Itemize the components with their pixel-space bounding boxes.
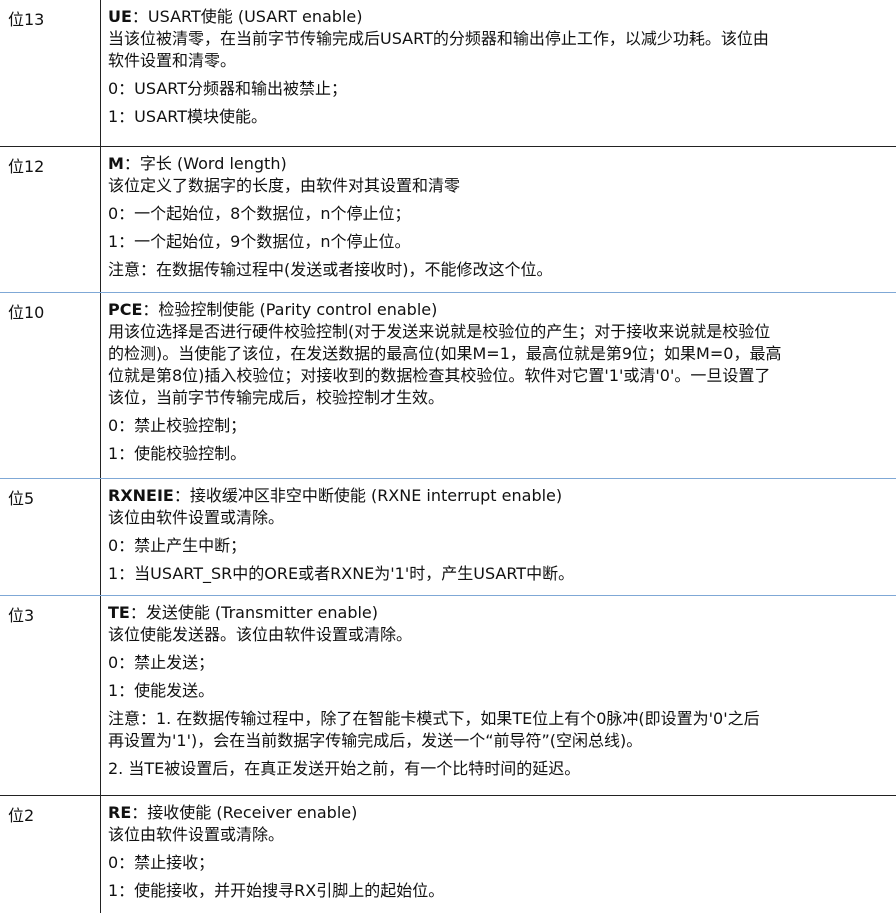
bit-number: 位2 — [8, 806, 35, 825]
column-divider — [100, 0, 101, 146]
bit-title: UE：USART使能 (USART enable) — [108, 6, 892, 28]
bit-title-text: ：USART使能 (USART enable) — [131, 7, 363, 26]
bit-name: TE — [108, 603, 130, 622]
description-line: 该位定义了数据字的长度，由软件对其设置和清零 — [108, 176, 461, 195]
description-line: 注意：在数据传输过程中(发送或者接收时)，不能修改这个位。 — [108, 260, 553, 279]
bit-title: RXNEIE：接收缓冲区非空中断使能 (RXNE interrupt enabl… — [108, 485, 892, 507]
description-line: 1：使能发送。 — [108, 681, 215, 700]
description-line: 0：USART分频器和输出被禁止； — [108, 79, 348, 98]
description-line: 该位，当前字节传输完成后，校验控制才生效。 — [108, 388, 445, 407]
bit-number: 位3 — [8, 606, 35, 625]
bit-number: 位12 — [8, 157, 45, 176]
description-line: 位就是第8位)插入校验位；对接收到的数据检查其校验位。软件对它置'1'或清'0'… — [108, 366, 771, 385]
description-line: 1：当USART_SR中的ORE或者RXNE为'1'时，产生USART中断。 — [108, 564, 575, 583]
bit-title-text: ：接收缓冲区非空中断使能 (RXNE interrupt enable) — [173, 486, 563, 505]
register-bit-row: 位2 RE：接收使能 (Receiver enable) 该位由软件设置或清除。 0：… — [0, 795, 896, 913]
register-description-table: 位13 UE：USART使能 (USART enable) 当该位被清零，在当前字节… — [0, 0, 896, 913]
bit-number: 位10 — [8, 303, 45, 322]
register-bit-row: 位10 PCE：检验控制使能 (Parity control enable) 用该位… — [0, 292, 896, 479]
bit-description: TE：发送使能 (Transmitter enable) 该位使能发送器。该位由软… — [108, 602, 892, 780]
bit-title: TE：发送使能 (Transmitter enable) — [108, 602, 892, 624]
bit-title: M：字长 (Word length) — [108, 153, 892, 175]
description-line: 0：一个起始位，8个数据位，n个停止位； — [108, 204, 411, 223]
description-line: 1：USART模块使能。 — [108, 107, 268, 126]
bit-title-text: ：发送使能 (Transmitter enable) — [129, 603, 379, 622]
bit-name: PCE — [108, 300, 143, 319]
column-divider — [100, 293, 101, 479]
bit-name: M — [108, 154, 124, 173]
description-line: 当该位被清零，在当前字节传输完成后USART的分频器和输出停止工作，以减少功耗。… — [108, 29, 769, 48]
description-line: 0：禁止发送； — [108, 653, 215, 672]
bit-description: RXNEIE：接收缓冲区非空中断使能 (RXNE interrupt enabl… — [108, 485, 892, 585]
bit-title: PCE：检验控制使能 (Parity control enable) — [108, 299, 892, 321]
description-line: 0：禁止接收； — [108, 853, 215, 872]
description-line: 软件设置和清零。 — [108, 51, 237, 70]
bit-name: UE — [108, 7, 132, 26]
bit-number: 位5 — [8, 489, 35, 508]
column-divider — [100, 596, 101, 796]
bit-title-text: ：接收使能 (Receiver enable) — [131, 803, 358, 822]
column-divider — [100, 479, 101, 596]
description-line: 0：禁止校验控制； — [108, 416, 247, 435]
column-divider — [100, 796, 101, 913]
bit-description: RE：接收使能 (Receiver enable) 该位由软件设置或清除。 0：禁止… — [108, 802, 892, 902]
description-line: 1：一个起始位，9个数据位，n个停止位。 — [108, 232, 411, 251]
description-line: 该位由软件设置或清除。 — [108, 508, 285, 527]
description-line: 该位使能发送器。该位由软件设置或清除。 — [108, 625, 413, 644]
bit-description: PCE：检验控制使能 (Parity control enable) 用该位选择是… — [108, 299, 892, 465]
description-line: 用该位选择是否进行硬件校验控制(对于发送来说就是校验位的产生；对于接收来说就是校… — [108, 322, 771, 341]
bit-name: RE — [108, 803, 132, 822]
register-bit-row: 位5 RXNEIE：接收缓冲区非空中断使能 (RXNE interrupt ena… — [0, 478, 896, 596]
description-line: 1：使能接收，并开始搜寻RX引脚上的起始位。 — [108, 881, 445, 900]
bit-name: RXNEIE — [108, 486, 174, 505]
register-bit-row: 位12 M：字长 (Word length) 该位定义了数据字的长度，由软件对其设置… — [0, 146, 896, 293]
description-line: 注意：1. 在数据传输过程中，除了在智能卡模式下，如果TE位上有个0脉冲(即设置… — [108, 709, 760, 728]
bit-title-text: ：检验控制使能 (Parity control enable) — [142, 300, 438, 319]
description-line: 2. 当TE被设置后，在真正发送开始之前，有一个比特时间的延迟。 — [108, 759, 581, 778]
bit-description: UE：USART使能 (USART enable) 当该位被清零，在当前字节传输完… — [108, 6, 892, 128]
bit-title-text: ：字长 (Word length) — [123, 154, 287, 173]
register-bit-row: 位3 TE：发送使能 (Transmitter enable) 该位使能发送器。该位… — [0, 595, 896, 796]
description-line: 该位由软件设置或清除。 — [108, 825, 285, 844]
bit-description: M：字长 (Word length) 该位定义了数据字的长度，由软件对其设置和清零… — [108, 153, 892, 281]
bit-number: 位13 — [8, 10, 45, 29]
register-bit-row: 位13 UE：USART使能 (USART enable) 当该位被清零，在当前字节… — [0, 0, 896, 146]
description-line: 的检测)。当使能了该位，在发送数据的最高位(如果M=1，最高位就是第9位；如果M… — [108, 344, 782, 363]
description-line: 再设置为'1')，会在当前数据字传输完成后，发送一个“前导符”(空闲总线)。 — [108, 731, 643, 750]
column-divider — [100, 147, 101, 293]
description-line: 1：使能校验控制。 — [108, 444, 247, 463]
bit-title: RE：接收使能 (Receiver enable) — [108, 802, 892, 824]
description-line: 0：禁止产生中断； — [108, 536, 247, 555]
